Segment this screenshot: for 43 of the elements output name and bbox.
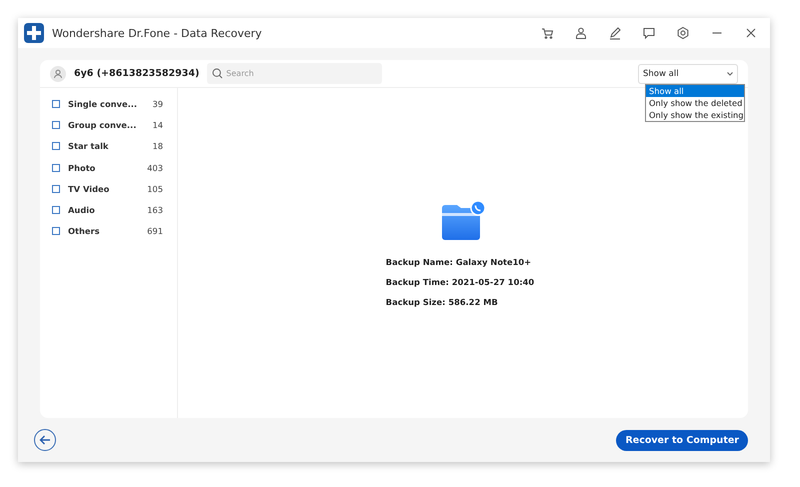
pen-icon[interactable] (608, 26, 622, 40)
back-button[interactable] (34, 429, 56, 451)
search-icon (212, 68, 224, 79)
category-count: 39 (152, 98, 163, 109)
category-label: Star talk (68, 141, 110, 152)
category-label: Single conve... (68, 98, 138, 109)
chevron-icon (727, 72, 733, 76)
category-count: 163 (147, 205, 163, 216)
category-label: Group conve... (68, 120, 138, 130)
checkbox[interactable] (52, 100, 60, 108)
category-label: TV Video (68, 184, 110, 194)
backup-detail: Backup Time: 2021-05-27 10:40 (386, 277, 534, 287)
checkbox[interactable] (52, 120, 60, 129)
category-label: Others (68, 226, 101, 236)
checkbox[interactable] (52, 164, 60, 172)
checkbox[interactable] (52, 142, 60, 150)
category-count: 105 (147, 184, 163, 194)
backup-detail: Backup Size: 586.22 MB (386, 297, 499, 307)
cart-icon[interactable] (540, 26, 554, 40)
close-icon[interactable] (744, 26, 758, 40)
recover-button[interactable]: Recover to Computer (616, 430, 748, 450)
checkbox[interactable] (52, 206, 60, 214)
backup-detail: Backup Name: Galaxy Note10+ (386, 257, 532, 267)
back-arrow-icon (39, 434, 51, 446)
search-field[interactable]: Search (207, 63, 382, 84)
checkbox[interactable] (52, 184, 60, 193)
category-count: 403 (147, 162, 163, 173)
folder-icon (440, 200, 486, 242)
user-icon[interactable] (574, 26, 588, 40)
category-label: Photo (68, 162, 96, 173)
app-logo-icon (24, 23, 44, 43)
account-name: 6y6 (+8613823582934) (74, 68, 200, 79)
window-title: Wondershare Dr.Fone - Data Recovery (52, 26, 263, 40)
dropdown-option[interactable]: Show all (646, 85, 744, 97)
category-count: 18 (152, 141, 163, 152)
message-icon[interactable] (642, 26, 656, 40)
category-count: 14 (152, 120, 163, 130)
filter-dropdown[interactable]: Show all (638, 64, 738, 84)
checkbox[interactable] (52, 227, 60, 236)
category-count: 691 (147, 226, 163, 236)
category-label: Audio (68, 205, 96, 216)
avatar-icon (50, 66, 66, 82)
settings-icon[interactable] (676, 26, 690, 40)
